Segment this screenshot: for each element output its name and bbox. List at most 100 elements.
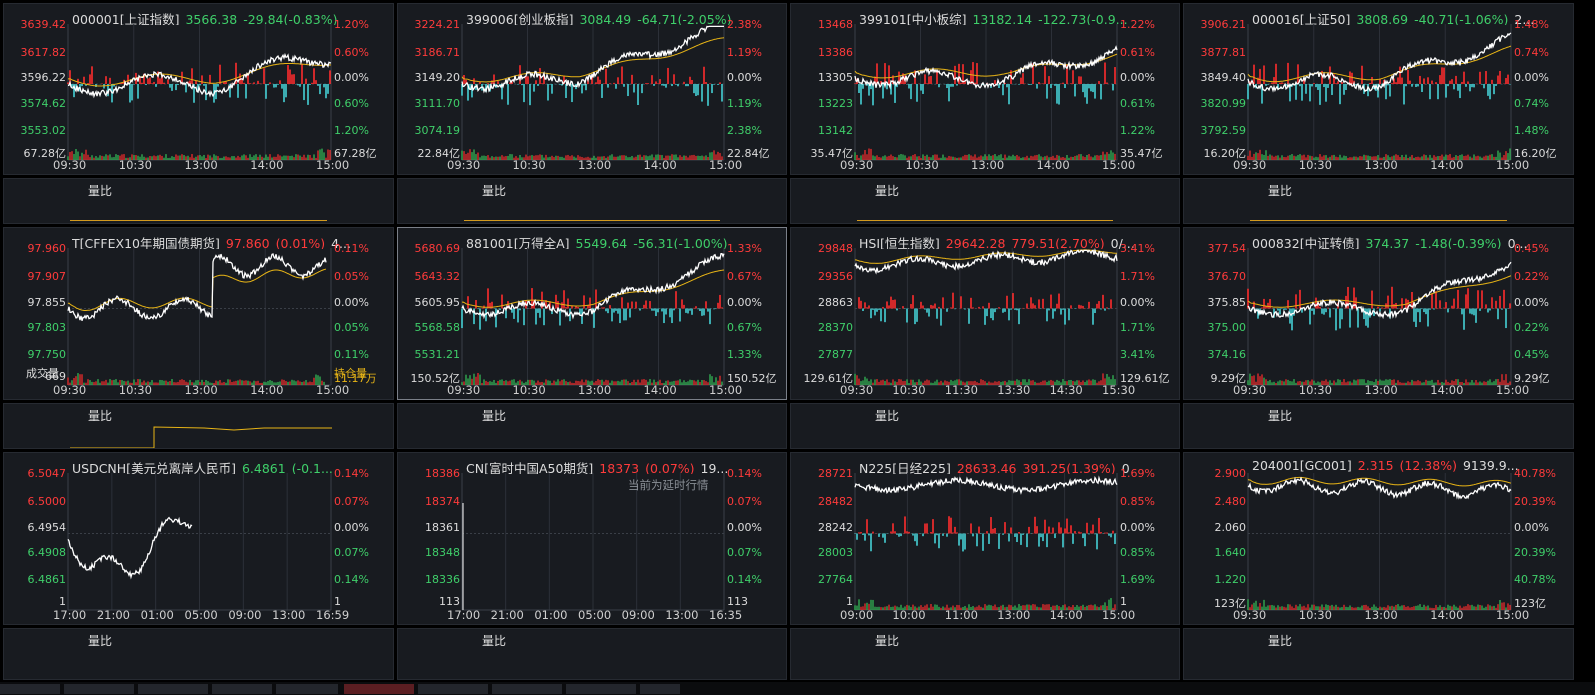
bottom-tab[interactable]	[276, 684, 338, 694]
price-line	[67, 253, 327, 321]
chart-panel-000832[interactable]: 000832[中证转债] 374.37 -1.48(-0.39%) 0... 377.5…	[1183, 227, 1574, 400]
time-axis-label: 11:30	[944, 383, 978, 397]
price-axis-label: 18336	[425, 573, 460, 587]
time-axis-label: 15:30	[1102, 383, 1136, 397]
price-axis-label: 5605.95	[414, 295, 461, 309]
time-axis-label: 09:30	[840, 383, 874, 397]
volume-ratio-panel[interactable]: 量比	[1183, 403, 1574, 449]
chart-panel-881001[interactable]: 881001[万得全A] 5549.64 -56.31(-1.00%) 5680.69…	[397, 227, 787, 400]
time-axis-label: 09:30	[1233, 383, 1267, 397]
time-axis-label: 14:00	[1036, 158, 1070, 172]
volume-ratio-panel[interactable]: 量比	[3, 403, 394, 449]
percent-axis-label: 1.33%	[727, 241, 762, 255]
bottom-tab[interactable]	[640, 684, 680, 694]
price-axis-label: 3574.62	[20, 96, 67, 110]
chart-panel-t-cffex[interactable]: T[CFFEX10年期国债期货] 97.860 (0.01%) 4... 97.960 9…	[3, 227, 394, 400]
percent-axis-label: 1.22%	[1120, 17, 1155, 31]
percent-axis-label: 0.61%	[1120, 45, 1155, 59]
chart-panel-cn-a50[interactable]: CN[富时中国A50期货] 18373 (0.07%) 19... 18386 18374…	[397, 452, 787, 625]
percent-axis-label: 0.22%	[1514, 321, 1549, 335]
time-axis-label: 17:00	[53, 608, 87, 622]
bottom-tab[interactable]	[0, 684, 60, 694]
bottom-tab-active[interactable]	[344, 684, 414, 694]
chart-panel-399101[interactable]: 399101[中小板综] 13182.14 -122.73(-0.9... 13468…	[790, 3, 1180, 175]
price-axis-label: 1	[59, 595, 66, 609]
time-axis-label: 16:35	[709, 608, 743, 622]
volume-ratio-label: 量比	[1268, 409, 1293, 423]
bottom-tab[interactable]	[418, 684, 488, 694]
price-axis-label: 13468	[818, 17, 853, 31]
time-axis-label: 10:30	[1298, 608, 1332, 622]
volume-ratio-panel[interactable]: 量比	[790, 403, 1180, 449]
time-axis-label: 21:00	[96, 608, 130, 622]
percent-axis-label: 20.39%	[1514, 546, 1556, 560]
price-axis-label: 3149.20	[414, 71, 461, 85]
chart-panel-gc001[interactable]: 204001[GC001] 2.315 (12.38%) 9139.9... 2.900…	[1183, 452, 1574, 625]
volume-ratio-panel[interactable]: 量比	[790, 628, 1180, 680]
percent-axis-label: 0.07%	[334, 494, 369, 508]
percent-axis-label: 0.85%	[1120, 494, 1155, 508]
price-axis-label: 3111.70	[414, 96, 461, 110]
price-axis-label: 1.220	[1214, 573, 1247, 587]
price-axis-label: 377.54	[1207, 241, 1247, 255]
volume-ratio-panel[interactable]: 量比	[1183, 178, 1574, 224]
time-axis-label: 14:00	[1430, 608, 1464, 622]
percent-axis-label: 40.78%	[1514, 466, 1556, 480]
volume-ratio-panel[interactable]: 量比	[397, 628, 787, 680]
chart-panel-hsi[interactable]: HSI[恒生指数] 29642.28 779.51(2.70%) 0/... 29848…	[790, 227, 1180, 400]
percent-axis-label: 0.60%	[334, 96, 369, 110]
time-axis-label: 09:00	[621, 608, 655, 622]
volume-ratio-panel[interactable]: 量比	[397, 403, 787, 449]
price-axis-label: 97.907	[27, 269, 67, 283]
chart-panel-000016[interactable]: 000016[上证50] 3808.69 -40.71(-1.06%) 2... 390…	[1183, 3, 1574, 175]
time-axis-label: 09:00	[228, 608, 262, 622]
price-axis-label: 3877.81	[1200, 45, 1247, 59]
percent-axis-label: 1	[1120, 595, 1127, 609]
percent-axis-label: 0.22%	[1514, 269, 1549, 283]
percent-axis-label: 1.19%	[727, 45, 762, 59]
percent-axis-label: 0.67%	[727, 321, 762, 335]
volume-ratio-panel[interactable]: 量比	[1183, 628, 1574, 680]
time-axis-label: 15:00	[1496, 608, 1530, 622]
bottom-tab[interactable]	[64, 684, 134, 694]
time-axis-label: 13:00	[1364, 158, 1398, 172]
bottom-tab[interactable]	[138, 684, 208, 694]
percent-axis-label: 0.00%	[334, 71, 369, 85]
percent-axis-label: 1.48%	[1514, 123, 1549, 137]
bottom-tab[interactable]	[566, 684, 636, 694]
time-axis-label: 10:30	[892, 383, 926, 397]
time-axis-label: 16:59	[316, 608, 350, 622]
percent-axis-label: 113	[727, 595, 748, 609]
chart-panel-usdcnh[interactable]: USDCNH[美元兑离岸人民币] 6.4861 (-0.1... 6.5047 6.50…	[3, 452, 394, 625]
volume-ratio-panel[interactable]: 量比	[3, 178, 394, 224]
ratio-baseline	[857, 220, 1113, 221]
time-axis-label: 10:30	[118, 383, 152, 397]
chart-panel-n225[interactable]: N225[日经225] 28633.46 391.25(1.39%) 0 28721 28…	[790, 452, 1180, 625]
volume-ratio-panel[interactable]: 量比	[3, 628, 394, 680]
time-axis-label: 10:00	[892, 608, 926, 622]
volume-ratio-label: 量比	[482, 184, 507, 198]
percent-axis-label: 0.14%	[334, 466, 369, 480]
bottom-tab[interactable]	[212, 684, 272, 694]
percent-axis-label: 0.05%	[334, 269, 369, 283]
price-axis-label: 1.640	[1214, 546, 1247, 560]
percent-axis-label: 0.00%	[727, 295, 762, 309]
volume-ratio-panel[interactable]: 量比	[397, 178, 787, 224]
volume-ratio-panel[interactable]: 量比	[790, 178, 1180, 224]
price-axis-label: 28242	[818, 520, 853, 534]
price-axis-label: 18348	[425, 546, 460, 560]
price-axis-label: 28003	[818, 546, 853, 560]
time-axis-label: 15:00	[1496, 158, 1530, 172]
volume-ratio-label: 量比	[875, 409, 900, 423]
price-axis-label: 376.70	[1207, 269, 1247, 283]
price-axis-label: 3639.42	[20, 17, 67, 31]
time-axis-label: 01:00	[534, 608, 568, 622]
bottom-tab[interactable]	[492, 684, 562, 694]
time-axis-label: 15:00	[1102, 608, 1136, 622]
chart-panel-000001[interactable]: 000001[上证指数] 3566.38 -29.84(-0.83%) 3639.42…	[3, 3, 394, 175]
chart-panel-399006[interactable]: 399006[创业板指] 3084.49 -64.71(-2.05%) 3224.21…	[397, 3, 787, 175]
percent-axis-label: 0.00%	[334, 520, 369, 534]
price-axis-label: 28721	[818, 466, 853, 480]
price-axis-label: 3906.21	[1200, 17, 1247, 31]
time-axis-label: 14:00	[1049, 608, 1083, 622]
